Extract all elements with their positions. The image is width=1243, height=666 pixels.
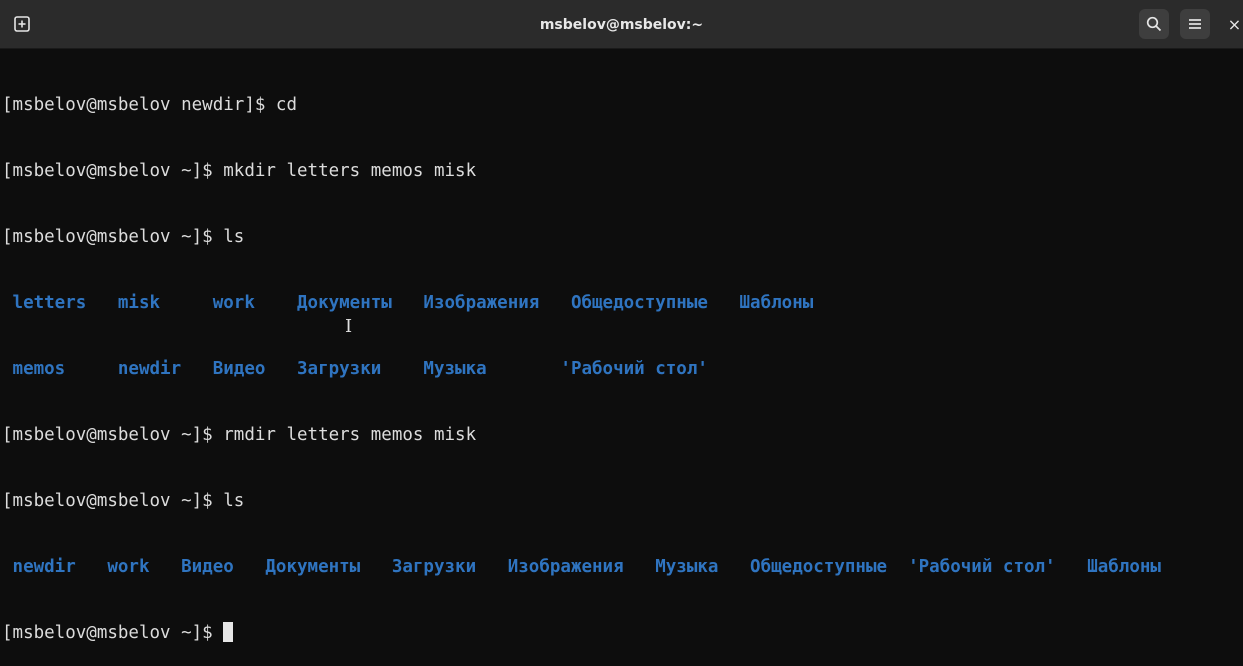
prompt-line[interactable]: [msbelov@msbelov ~]$ [2, 622, 1242, 644]
new-tab-icon [14, 16, 30, 32]
ls-output-row: letters misk work Документы Изображения … [2, 293, 814, 313]
close-button[interactable]: × [1226, 9, 1243, 39]
ls-output-row: memos newdir Видео Загрузки Музыка 'Рабо… [2, 359, 708, 379]
terminal-line: [msbelov@msbelov ~]$ ls [2, 227, 245, 247]
terminal-line: [msbelov@msbelov ~]$ mkdir letters memos… [2, 161, 477, 181]
terminal-line: [msbelov@msbelov ~]$ rmdir letters memos… [2, 425, 477, 445]
hamburger-menu-icon [1189, 19, 1201, 29]
menu-button[interactable] [1180, 9, 1210, 39]
text-cursor [223, 622, 234, 642]
window-title: msbelov@msbelov:~ [539, 16, 704, 33]
ls-output-row: newdir work Видео Документы Загрузки Изо… [2, 557, 1161, 577]
title-bar: msbelov@msbelov:~ × [0, 0, 1243, 49]
close-icon: × [1227, 14, 1242, 34]
terminal-output[interactable]: [msbelov@msbelov newdir]$ cd [msbelov@ms… [2, 50, 1242, 643]
search-icon [1146, 16, 1162, 32]
search-button[interactable] [1139, 9, 1169, 39]
terminal-line: [msbelov@msbelov newdir]$ cd [2, 95, 298, 115]
terminal-line: [msbelov@msbelov ~]$ ls [2, 491, 245, 511]
new-tab-button[interactable] [7, 9, 37, 39]
text-cursor-icon: I [345, 316, 353, 337]
prompt: [msbelov@msbelov ~]$ [2, 623, 224, 643]
